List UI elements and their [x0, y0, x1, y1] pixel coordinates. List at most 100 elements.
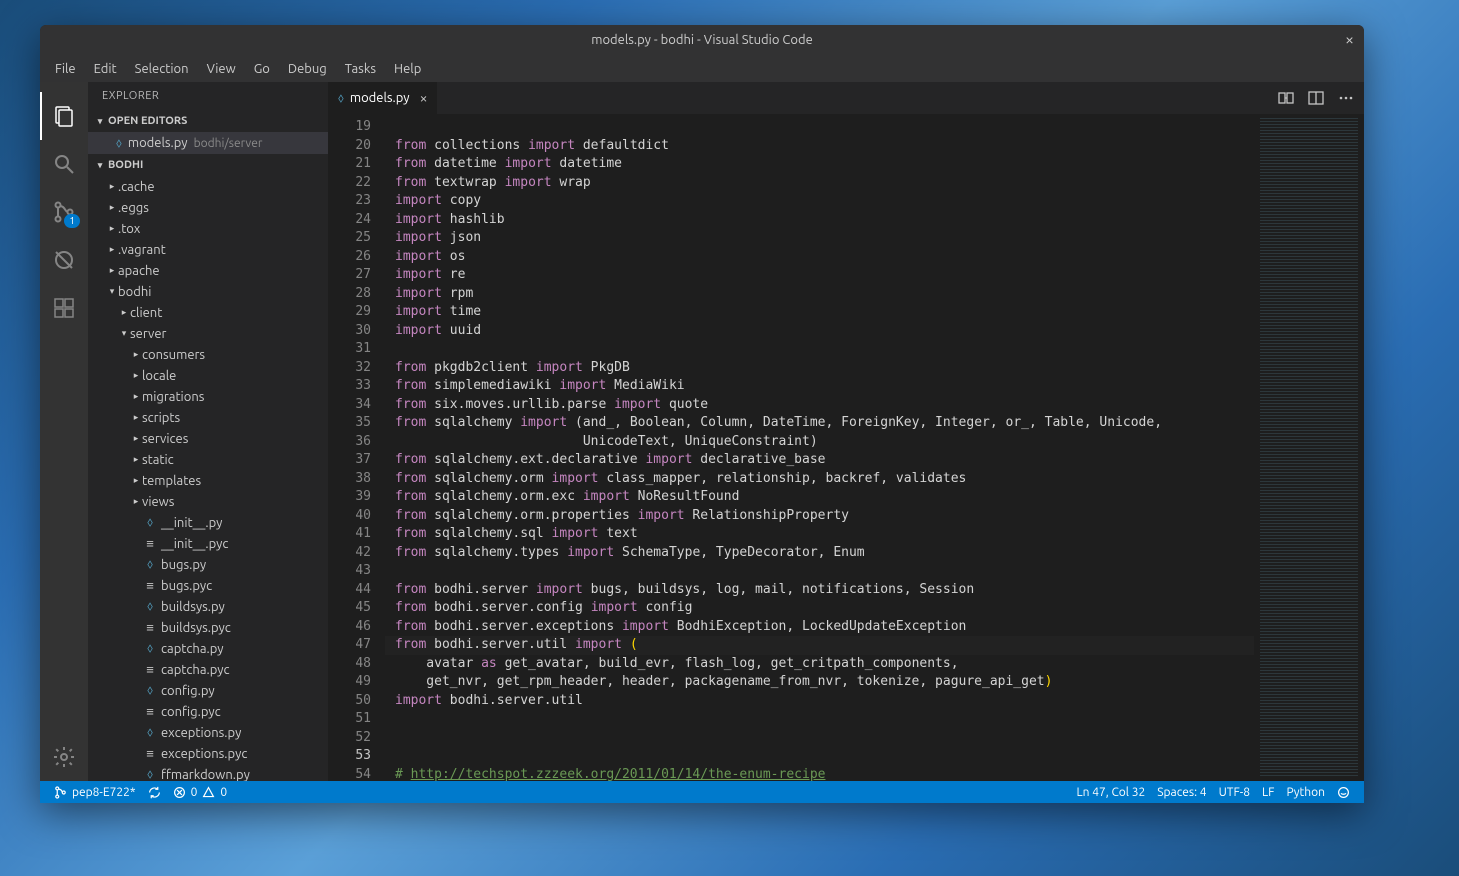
- chevron-right-icon: ▸: [130, 391, 142, 402]
- chevron-right-icon: ▸: [106, 202, 118, 213]
- project-header[interactable]: ▾ BODHI: [88, 154, 328, 176]
- file-icon: ≡: [142, 704, 158, 719]
- file-tree: ▸.cache▸.eggs▸.tox▸.vagrant▸apache▾bodhi…: [88, 176, 328, 781]
- chevron-right-icon: ▸: [106, 244, 118, 255]
- indent-seg[interactable]: Spaces: 4: [1151, 781, 1212, 803]
- menu-help[interactable]: Help: [385, 58, 430, 80]
- tree-item[interactable]: ▸views: [88, 491, 328, 512]
- sidebar: EXPLORER ▾ OPEN EDITORS ⬨ models.py bodh…: [88, 82, 328, 781]
- menu-go[interactable]: Go: [245, 58, 279, 80]
- explorer-icon[interactable]: [40, 92, 88, 140]
- file-icon: ≡: [142, 746, 158, 761]
- open-editor-item[interactable]: ⬨ models.py bodhi/server: [88, 132, 328, 154]
- menu-selection[interactable]: Selection: [126, 58, 198, 80]
- python-file-icon: ⬨: [142, 683, 158, 698]
- menubar: FileEditSelectionViewGoDebugTasksHelp: [40, 55, 1364, 82]
- open-editors-header[interactable]: ▾ OPEN EDITORS: [88, 110, 328, 132]
- split-editor-icon[interactable]: [1308, 90, 1324, 106]
- tree-item[interactable]: ▸.cache: [88, 176, 328, 197]
- tree-item[interactable]: ▸locale: [88, 365, 328, 386]
- cursor-pos-seg[interactable]: Ln 47, Col 32: [1071, 781, 1152, 803]
- debug-icon[interactable]: [40, 236, 88, 284]
- tree-item[interactable]: ▾server: [88, 323, 328, 344]
- tree-item[interactable]: ▸services: [88, 428, 328, 449]
- tree-item[interactable]: ▾bodhi: [88, 281, 328, 302]
- tree-item[interactable]: ▸templates: [88, 470, 328, 491]
- sidebar-title: EXPLORER: [88, 82, 328, 110]
- tree-item[interactable]: ▸static: [88, 449, 328, 470]
- tree-item[interactable]: ⬨exceptions.py: [88, 722, 328, 743]
- window-title: models.py - bodhi - Visual Studio Code: [591, 33, 813, 47]
- tree-item[interactable]: ⬨buildsys.py: [88, 596, 328, 617]
- menu-debug[interactable]: Debug: [279, 58, 336, 80]
- python-file-icon: ⬨: [142, 641, 158, 656]
- tree-item[interactable]: ≡__init__.pyc: [88, 533, 328, 554]
- code-editor[interactable]: 1920212223242526272829303132333435363738…: [328, 114, 1364, 781]
- tree-item[interactable]: ▸.eggs: [88, 197, 328, 218]
- python-file-icon: ⬨: [338, 91, 344, 106]
- chevron-right-icon: ▸: [106, 223, 118, 234]
- problems-seg[interactable]: 0 0: [167, 781, 234, 803]
- tree-item[interactable]: ▸.vagrant: [88, 239, 328, 260]
- tree-item[interactable]: ⬨config.py: [88, 680, 328, 701]
- menu-tasks[interactable]: Tasks: [336, 58, 385, 80]
- tree-item[interactable]: ≡exceptions.pyc: [88, 743, 328, 764]
- git-branch-seg[interactable]: pep8-E722*: [48, 781, 142, 803]
- encoding-seg[interactable]: UTF-8: [1213, 781, 1256, 803]
- close-icon[interactable]: ×: [1345, 31, 1354, 49]
- chevron-right-icon: ▸: [130, 496, 142, 507]
- tree-item[interactable]: ▸migrations: [88, 386, 328, 407]
- file-icon: ≡: [142, 536, 158, 551]
- tree-item[interactable]: ▸scripts: [88, 407, 328, 428]
- file-icon: ≡: [142, 620, 158, 635]
- chevron-right-icon: ▸: [130, 475, 142, 486]
- menu-edit[interactable]: Edit: [85, 58, 126, 80]
- line-number-gutter: 1920212223242526272829303132333435363738…: [328, 114, 385, 781]
- file-icon: ≡: [142, 578, 158, 593]
- tree-item[interactable]: ▸.tox: [88, 218, 328, 239]
- tab-models-py[interactable]: ⬨ models.py ×: [328, 82, 438, 114]
- chevron-down-icon: ▾: [118, 328, 130, 339]
- tree-item[interactable]: ≡config.pyc: [88, 701, 328, 722]
- scm-badge: 1: [64, 214, 80, 228]
- tree-item[interactable]: ⬨ffmarkdown.py: [88, 764, 328, 781]
- tree-item[interactable]: ▸consumers: [88, 344, 328, 365]
- tree-item[interactable]: ⬨__init__.py: [88, 512, 328, 533]
- source-control-icon[interactable]: 1: [40, 188, 88, 236]
- more-actions-icon[interactable]: [1338, 90, 1354, 106]
- python-file-icon: ⬨: [142, 767, 158, 781]
- python-file-icon: ⬨: [142, 557, 158, 572]
- chevron-right-icon: ▸: [130, 370, 142, 381]
- sync-seg[interactable]: [142, 781, 167, 803]
- tree-item[interactable]: ⬨captcha.py: [88, 638, 328, 659]
- python-file-icon: ⬨: [142, 515, 158, 530]
- eol-seg[interactable]: LF: [1256, 781, 1280, 803]
- search-icon[interactable]: [40, 140, 88, 188]
- chevron-right-icon: ▸: [106, 181, 118, 192]
- editor-actions: [1278, 82, 1364, 114]
- tree-item[interactable]: ≡buildsys.pyc: [88, 617, 328, 638]
- language-seg[interactable]: Python: [1280, 781, 1331, 803]
- chevron-down-icon: ▾: [106, 286, 118, 297]
- tree-item[interactable]: ▸apache: [88, 260, 328, 281]
- python-file-icon: ⬨: [142, 599, 158, 614]
- file-icon: ≡: [142, 662, 158, 677]
- tree-item[interactable]: ≡bugs.pyc: [88, 575, 328, 596]
- minimap[interactable]: [1254, 114, 1364, 781]
- titlebar[interactable]: models.py - bodhi - Visual Studio Code ×: [40, 25, 1364, 55]
- python-file-icon: ⬨: [142, 725, 158, 740]
- editor-group: ⬨ models.py × 19202122232425262728293031…: [328, 82, 1364, 781]
- code-content[interactable]: from collections import defaultdictfrom …: [385, 114, 1254, 781]
- settings-gear-icon[interactable]: [40, 733, 88, 781]
- tree-item[interactable]: ≡captcha.pyc: [88, 659, 328, 680]
- chevron-down-icon: ▾: [94, 160, 106, 171]
- extensions-icon[interactable]: [40, 284, 88, 332]
- feedback-icon[interactable]: [1331, 781, 1356, 803]
- close-tab-icon[interactable]: ×: [420, 90, 428, 106]
- compare-changes-icon[interactable]: [1278, 90, 1294, 106]
- activity-bar: 1: [40, 82, 88, 781]
- tree-item[interactable]: ▸client: [88, 302, 328, 323]
- menu-file[interactable]: File: [46, 58, 85, 80]
- tree-item[interactable]: ⬨bugs.py: [88, 554, 328, 575]
- menu-view[interactable]: View: [198, 58, 245, 80]
